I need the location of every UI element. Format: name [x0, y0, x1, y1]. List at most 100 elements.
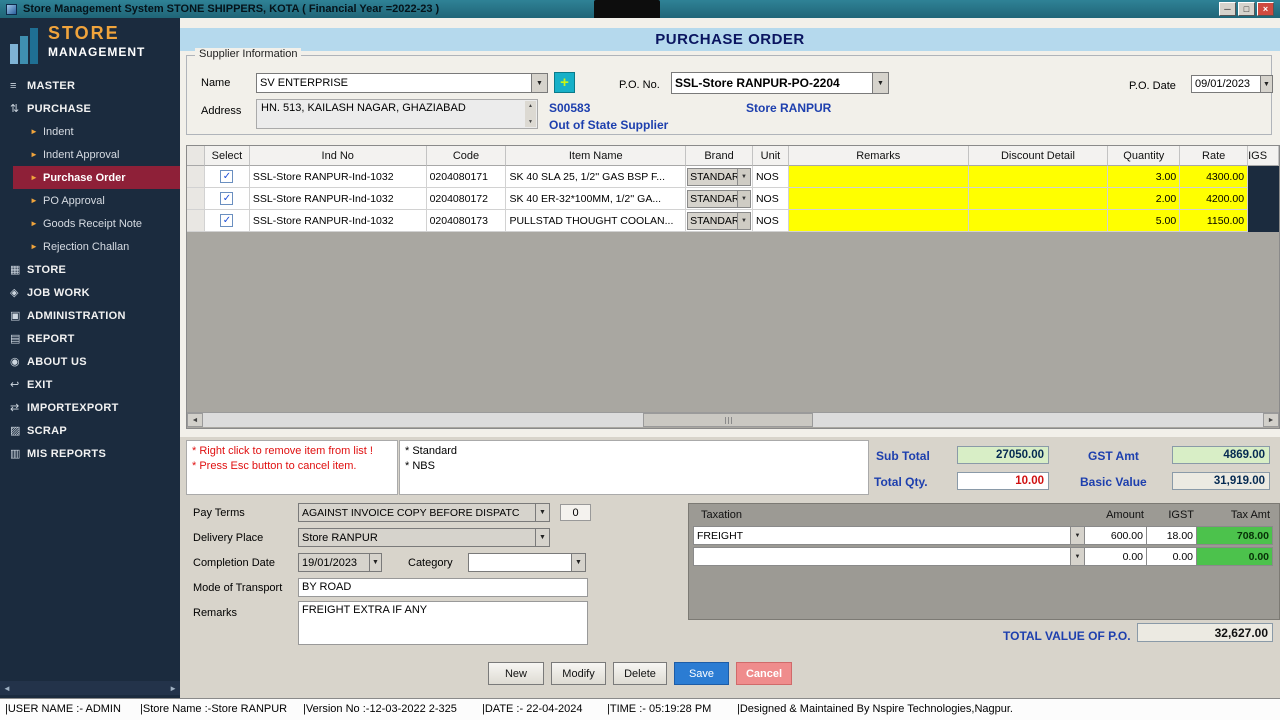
maximize-button[interactable]: □ [1238, 2, 1255, 16]
new-button[interactable]: New [488, 662, 544, 685]
sidebar-item-exit[interactable]: ↩EXIT [0, 373, 180, 396]
scroll-left-icon[interactable]: ◄ [187, 413, 203, 427]
sidebar-subitem-purchase-order[interactable]: ►Purchase Order [13, 166, 180, 189]
sidebar-subitem-indent[interactable]: ►Indent [0, 120, 180, 143]
pay-terms-dropdown[interactable]: AGAINST INVOICE COPY BEFORE DISPATC ▼ [298, 503, 550, 522]
sidebar-item-store[interactable]: ▦STORE [0, 258, 180, 281]
po-date-picker[interactable]: 09/01/2023 ▼ [1191, 75, 1273, 93]
page-title: PURCHASE ORDER [180, 28, 1280, 51]
tax-name-dropdown[interactable]: ▼ [693, 547, 1085, 566]
transport-field[interactable]: BY ROAD [298, 578, 588, 597]
remarks-cell[interactable] [789, 166, 969, 188]
brand-dropdown[interactable]: STANDARD▼ [687, 168, 751, 186]
pay-terms-days-field[interactable]: 0 [560, 504, 591, 521]
chevron-down-icon[interactable]: ▼ [737, 213, 750, 229]
po-total-value: 32,627.00 [1137, 623, 1273, 642]
sidebar-subitem-indent-approval[interactable]: ►Indent Approval [0, 143, 180, 166]
scroll-right-icon[interactable]: ► [1263, 413, 1279, 427]
remarks-field[interactable]: FREIGHT EXTRA IF ANY [298, 601, 588, 645]
quantity-cell[interactable]: 2.00 [1108, 188, 1180, 210]
chevron-down-icon[interactable]: ▼ [737, 169, 750, 185]
remarks-cell[interactable] [789, 188, 969, 210]
address-scroll[interactable]: ▲ ▼ [525, 101, 536, 127]
brand-cell: STANDARD▼ [686, 188, 753, 210]
tax-name-dropdown[interactable]: FREIGHT▼ [693, 526, 1085, 545]
sidebar-item-master[interactable]: ≡MASTER [0, 74, 180, 97]
rate-cell[interactable]: 1150.00 [1180, 210, 1248, 232]
delivery-place-dropdown[interactable]: Store RANPUR ▼ [298, 528, 550, 547]
close-button[interactable]: × [1257, 2, 1274, 16]
sidebar-item-mis-reports[interactable]: ▥MIS REPORTS [0, 442, 180, 465]
modify-button[interactable]: Modify [551, 662, 606, 685]
sidebar-subitem-rejection-challan[interactable]: ►Rejection Challan [0, 235, 180, 258]
remarks-cell[interactable] [789, 210, 969, 232]
quantity-cell[interactable]: 3.00 [1108, 166, 1180, 188]
spinner-down-icon[interactable]: ▼ [528, 119, 533, 125]
tax-igst-cell[interactable]: 18.00 [1147, 526, 1197, 545]
sidebar-item-importexport[interactable]: ⇄IMPORTEXPORT [0, 396, 180, 419]
cancel-button[interactable]: Cancel [736, 662, 792, 685]
spinner-up-icon[interactable]: ▲ [528, 103, 533, 109]
tax-igst-cell[interactable]: 0.00 [1147, 547, 1197, 566]
scrollbar-track[interactable] [203, 413, 1263, 427]
sidebar-item-purchase[interactable]: ⇅PURCHASE [0, 97, 180, 120]
save-button[interactable]: Save [674, 662, 729, 685]
sidebar-item-label: ADMINISTRATION [27, 310, 126, 322]
chevron-down-icon[interactable]: ▼ [535, 504, 549, 521]
tax-amount-cell[interactable]: 0.00 [1085, 547, 1147, 566]
scroll-right-icon[interactable]: ► [169, 684, 177, 693]
item-name-cell: SK 40 ER-32*100MM, 1/2'' GA... [506, 188, 686, 210]
supplier-name-dropdown[interactable]: SV ENTERPRISE ▼ [256, 73, 548, 93]
sidebar-item-report[interactable]: ▤REPORT [0, 327, 180, 350]
discount-detail-cell[interactable] [969, 210, 1109, 232]
sidebar-scrollbar[interactable]: ◄ ► [0, 681, 180, 695]
tax-amount-cell[interactable]: 600.00 [1085, 526, 1147, 545]
completion-date-picker[interactable]: 19/01/2023 ▼ [298, 553, 382, 572]
scroll-left-icon[interactable]: ◄ [3, 684, 11, 693]
rate-cell[interactable]: 4200.00 [1180, 188, 1248, 210]
quantity-cell[interactable]: 5.00 [1108, 210, 1180, 232]
status-time: |TIME :- 05:19:28 PM [607, 703, 711, 715]
brand-dropdown[interactable]: STANDARD▼ [687, 212, 751, 230]
rate-cell[interactable]: 4300.00 [1180, 166, 1248, 188]
chevron-down-icon[interactable]: ▼ [1260, 76, 1272, 92]
row-select-checkbox[interactable]: ✓ [220, 170, 233, 183]
total-qty-label: Total Qty. [874, 475, 928, 489]
sidebar-item-job-work[interactable]: ◈JOB WORK [0, 281, 180, 304]
chevron-down-icon[interactable]: ▼ [737, 191, 750, 207]
address-field[interactable]: HN. 513, KAILASH NAGAR, GHAZIABAD ▲ ▼ [256, 99, 538, 129]
po-total-label: TOTAL VALUE OF P.O. [1003, 629, 1131, 643]
scrollbar-thumb[interactable] [643, 413, 813, 427]
po-no-dropdown[interactable]: SSL-Store RANPUR-PO-2204 ▼ [671, 72, 889, 94]
sidebar-item-scrap[interactable]: ▨SCRAP [0, 419, 180, 442]
sidebar-subitem-goods-receipt-note[interactable]: ►Goods Receipt Note [0, 212, 180, 235]
sidebar-item-about-us[interactable]: ◉ABOUT US [0, 350, 180, 373]
sidebar-item-label: JOB WORK [27, 287, 90, 299]
chevron-down-icon[interactable]: ▼ [369, 554, 381, 571]
table-row[interactable]: ✓ SSL-Store RANPUR-Ind-1032 0204080171 S… [187, 166, 1279, 188]
category-dropdown[interactable]: ▼ [468, 553, 586, 572]
discount-detail-cell[interactable] [969, 166, 1109, 188]
row-header-cell [187, 210, 205, 232]
table-row[interactable]: ✓ SSL-Store RANPUR-Ind-1032 0204080172 S… [187, 188, 1279, 210]
chevron-down-icon[interactable]: ▼ [1070, 527, 1084, 544]
chevron-down-icon[interactable]: ▼ [535, 529, 549, 546]
minimize-button[interactable]: ─ [1219, 2, 1236, 16]
grid-horizontal-scrollbar[interactable]: ◄ ► [187, 412, 1279, 427]
chevron-down-icon[interactable]: ▼ [1070, 548, 1084, 565]
discount-detail-cell[interactable] [969, 188, 1109, 210]
brand-value: STANDARD [688, 215, 737, 227]
brand-dropdown[interactable]: STANDARD▼ [687, 190, 751, 208]
taxation-row[interactable]: FREIGHT▼ 600.00 18.00 708.00 [689, 525, 1279, 546]
row-select-checkbox[interactable]: ✓ [220, 192, 233, 205]
row-select-checkbox[interactable]: ✓ [220, 214, 233, 227]
chevron-down-icon[interactable]: ▼ [872, 73, 888, 93]
delete-button[interactable]: Delete [613, 662, 667, 685]
sidebar-item-administration[interactable]: ▣ADMINISTRATION [0, 304, 180, 327]
table-row[interactable]: ✓ SSL-Store RANPUR-Ind-1032 0204080173 P… [187, 210, 1279, 232]
chevron-down-icon[interactable]: ▼ [531, 74, 547, 92]
taxation-row[interactable]: ▼ 0.00 0.00 0.00 [689, 546, 1279, 567]
sidebar-subitem-po-approval[interactable]: ►PO Approval [0, 189, 180, 212]
chevron-down-icon[interactable]: ▼ [571, 554, 585, 571]
add-supplier-button[interactable]: + [554, 72, 575, 93]
